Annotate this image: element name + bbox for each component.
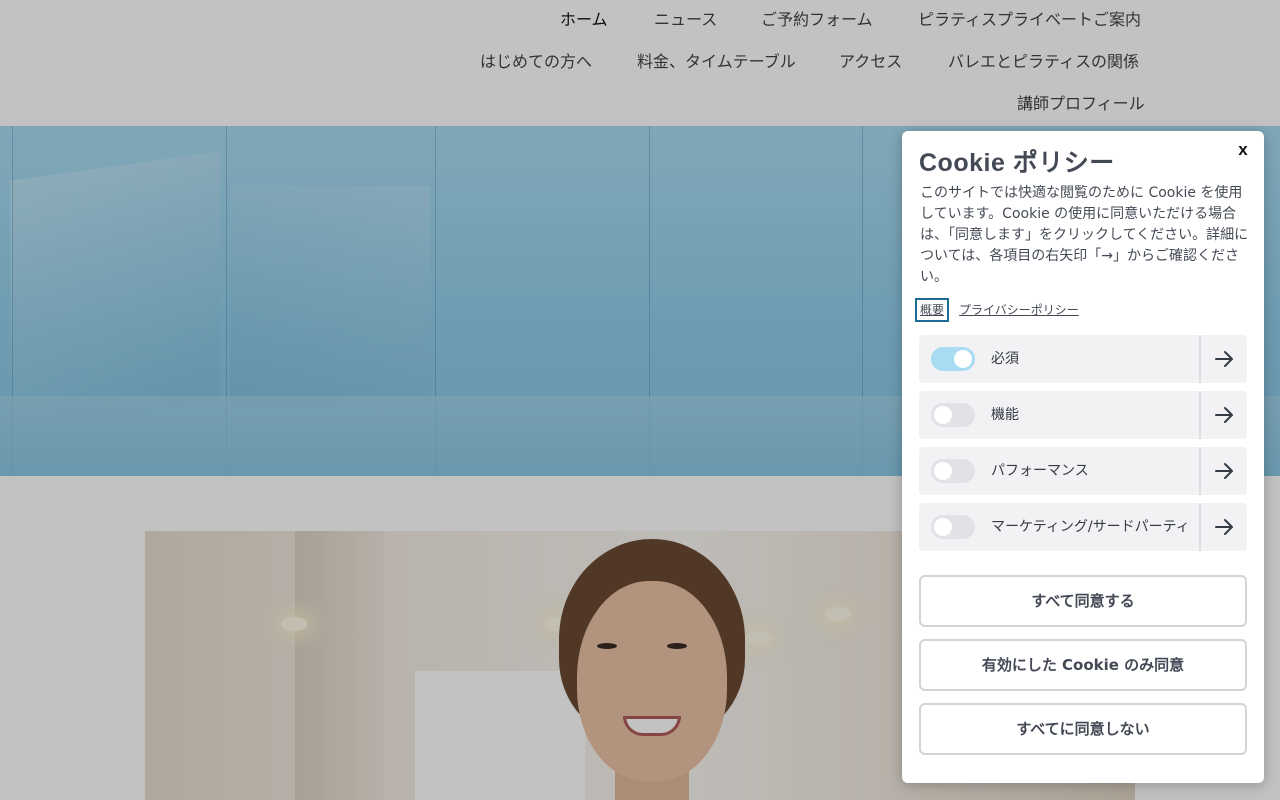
cookie-policy-dialog: Cookie ポリシー x このサイトでは快適な閲覧のために Cookie を使… — [902, 131, 1264, 783]
required-toggle[interactable] — [931, 347, 975, 371]
overview-link[interactable]: 概要 — [915, 298, 950, 322]
category-label: パフォーマンス — [991, 463, 1089, 479]
marketing-toggle[interactable] — [931, 515, 975, 539]
reject-all-button[interactable]: すべてに同意しない — [919, 703, 1247, 755]
toggle-knob — [934, 406, 952, 424]
accept-selected-button[interactable]: 有効にした Cookie のみ同意 — [919, 639, 1247, 691]
cookie-category-performance: パフォーマンス — [919, 447, 1247, 495]
arrow-right-icon[interactable] — [1199, 335, 1247, 383]
arrow-right-icon[interactable] — [1199, 447, 1247, 495]
category-label: マーケティング/サードパーティ — [991, 519, 1190, 535]
performance-toggle[interactable] — [931, 459, 975, 483]
category-label: 必須 — [991, 351, 1019, 367]
cookie-category-functional: 機能 — [919, 391, 1247, 439]
toggle-knob — [954, 350, 972, 368]
close-icon[interactable]: x — [1232, 139, 1254, 161]
cookie-category-marketing: マーケティング/サードパーティ — [919, 503, 1247, 551]
functional-toggle[interactable] — [931, 403, 975, 427]
cookie-description: このサイトでは快適な閲覧のために Cookie を使用しています。Cookie … — [920, 185, 1249, 285]
page: ホーム ニュース ご予約フォーム ピラティスプライベートご案内 はじめての方へ … — [0, 0, 1280, 800]
arrow-right-icon[interactable] — [1199, 391, 1247, 439]
toggle-knob — [934, 462, 952, 480]
cookie-dialog-title: Cookie ポリシー — [919, 149, 1115, 177]
privacy-policy-link[interactable]: プライバシーポリシー — [959, 302, 1079, 318]
category-label: 機能 — [991, 407, 1019, 423]
accept-all-button[interactable]: すべて同意する — [919, 575, 1247, 627]
arrow-right-icon[interactable] — [1199, 503, 1247, 551]
cookie-category-required: 必須 — [919, 335, 1247, 383]
toggle-knob — [934, 518, 952, 536]
